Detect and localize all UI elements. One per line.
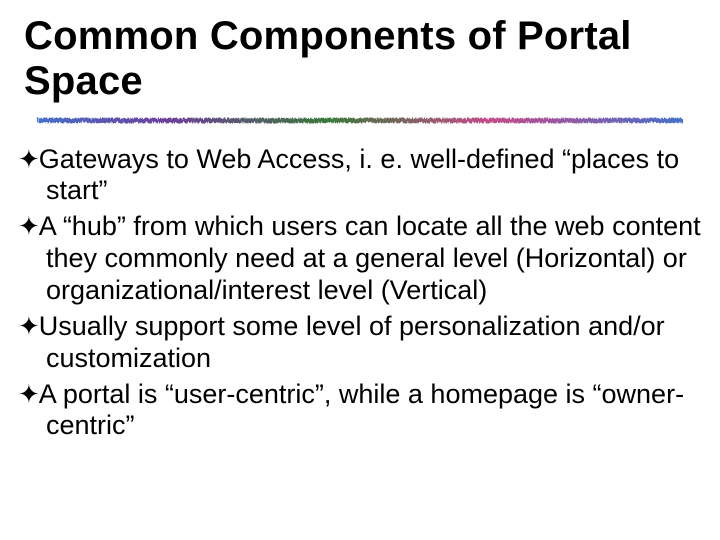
bullet-icon: ✦ [18,144,39,174]
list-item-text: Usually support some level of personaliz… [39,311,665,373]
slide-title: Common Components of Portal Space [24,14,702,104]
list-item: ✦A “hub” from which users can locate all… [18,211,702,307]
bullet-list: ✦Gateways to Web Access, i. e. well-defi… [18,144,702,443]
list-item-text: A “hub” from which users can locate all … [39,211,701,305]
list-item: ✦Gateways to Web Access, i. e. well-defi… [18,144,702,208]
divider-graphic [18,112,702,130]
slide: Common Components of Portal Space ✦Gatew… [0,0,720,442]
list-item: ✦A portal is “user-centric”, while a hom… [18,379,702,443]
list-item-text: Gateways to Web Access, i. e. well-defin… [39,144,679,206]
list-item: ✦Usually support some level of personali… [18,311,702,375]
bullet-icon: ✦ [18,311,39,341]
bullet-icon: ✦ [18,379,39,409]
bullet-icon: ✦ [18,211,39,241]
list-item-text: A portal is “user-centric”, while a home… [39,379,684,441]
